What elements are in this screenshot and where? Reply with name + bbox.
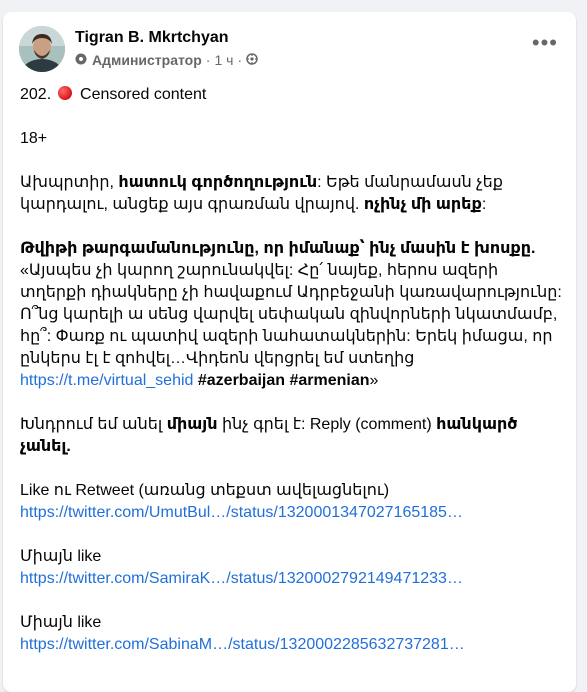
- instruction-3: Միայն like: [20, 614, 102, 631]
- paragraph-translation: Թվիթի թարգամանությունը, որ իմանաք՝ ինչ մ…: [20, 238, 562, 392]
- text-bold: Թվիթի թարգամանությունը, որ իմանաք՝ ինչ մ…: [20, 240, 536, 257]
- text-bold: միայն: [166, 416, 218, 433]
- paragraph-warning: Ախպրտիր, հատուկ գործողություն: Եթե մանրա…: [20, 172, 562, 216]
- twitter-link-3[interactable]: https://twitter.com/SabinaM…/status/1320…: [20, 636, 465, 653]
- twitter-link-2[interactable]: https://twitter.com/SamiraK…/status/1320…: [20, 570, 463, 587]
- text-bold: հատուկ գործողություն: [118, 174, 318, 191]
- text-bold: ոչինչ մի արեք: [363, 196, 482, 213]
- paragraph-request: Խնդրում եմ անել միայն ինչ գրել է: Reply …: [20, 414, 562, 458]
- hashtags[interactable]: #azerbaijan #armenian: [193, 372, 370, 389]
- meta-separator: ·: [237, 52, 243, 68]
- post-line-1: 202. Censored content: [20, 84, 562, 106]
- meta-separator: ·: [205, 52, 211, 68]
- audience-icon[interactable]: [246, 52, 258, 68]
- text: »: [369, 372, 379, 389]
- author-name[interactable]: Tigran B. Mkrtchyan: [75, 29, 229, 47]
- age-rating: 18+: [20, 130, 48, 147]
- admin-badge-icon: [75, 52, 87, 68]
- avatar-image: [19, 26, 65, 72]
- text: Խնդրում եմ անել: [20, 416, 167, 433]
- avatar[interactable]: [19, 26, 65, 72]
- post-time[interactable]: 1 ч: [214, 52, 233, 68]
- text: :: [481, 196, 487, 213]
- post-header: Tigran B. Mkrtchyan Администратор · 1 ч …: [3, 12, 576, 78]
- instruction-1: Like ու Retweet (առանց տեքստ ավելացնելու…: [20, 482, 390, 499]
- instruction-2: Միայն like: [20, 548, 102, 565]
- twitter-link-1[interactable]: https://twitter.com/UmutBul…/status/1320…: [20, 504, 463, 521]
- post-meta: Администратор · 1 ч ·: [75, 52, 258, 68]
- text: «Այսպես չի կարող շարունակվել: Հը՛ նայեք,…: [20, 262, 562, 367]
- post-card: Tigran B. Mkrtchyan Администратор · 1 ч …: [3, 12, 576, 692]
- more-options-icon[interactable]: •••: [532, 32, 558, 54]
- post-number: 202.: [20, 86, 52, 103]
- telegram-link[interactable]: https://t.me/virtual_sehid: [20, 372, 193, 389]
- role-label: Администратор: [92, 52, 202, 68]
- post-heading: Censored content: [80, 86, 207, 103]
- post-body: 202. Censored content 18+ Ախպրտիր, հատու…: [20, 84, 562, 656]
- text: Ախպրտիր,: [20, 174, 119, 191]
- red-circle-icon: [57, 86, 72, 100]
- text: ինչ գրել է: Reply (comment): [217, 416, 437, 433]
